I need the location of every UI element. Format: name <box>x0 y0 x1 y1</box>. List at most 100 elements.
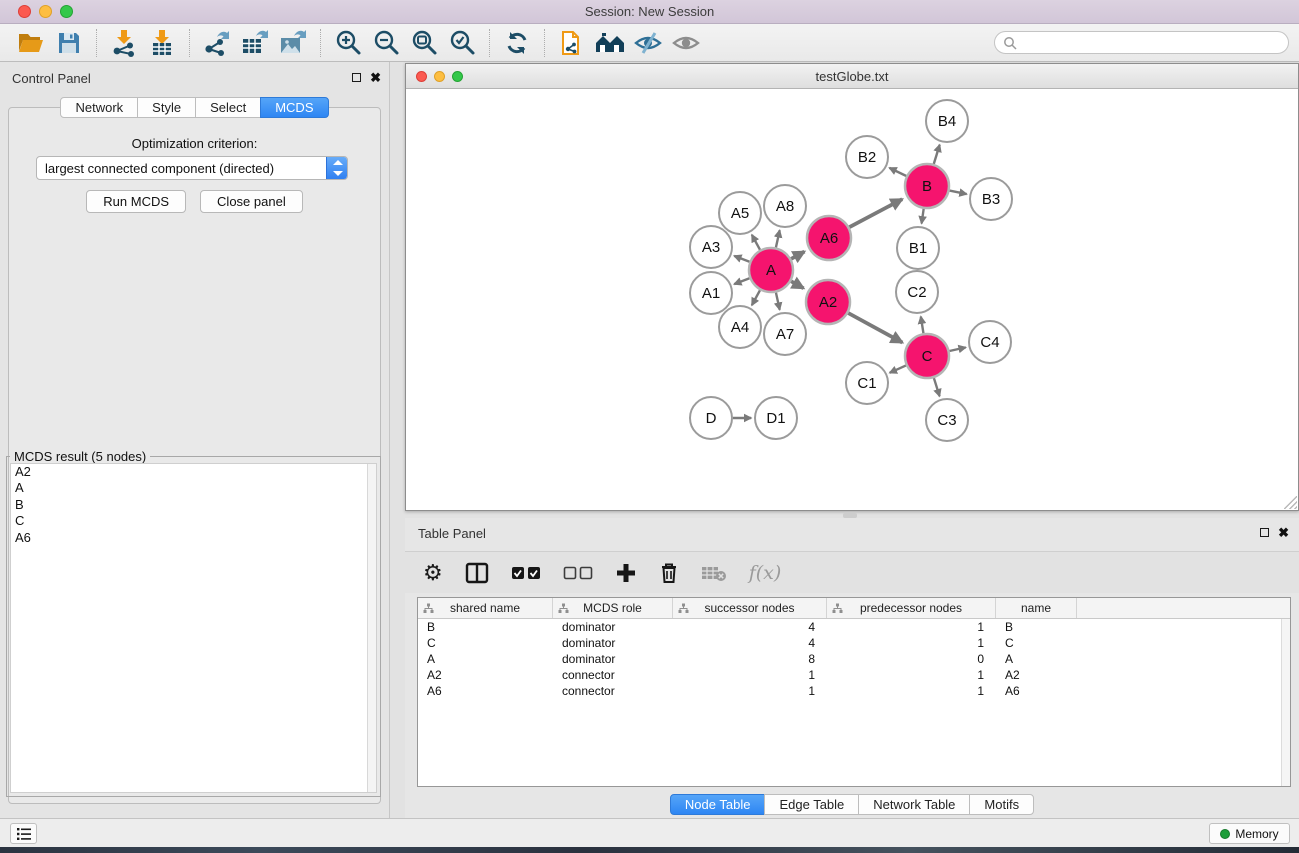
table-cell[interactable]: C <box>996 635 1077 651</box>
graph-node-A5[interactable]: A5 <box>719 192 761 234</box>
table-cell[interactable]: 8 <box>673 651 827 667</box>
search-field[interactable] <box>994 31 1289 54</box>
graph-edge-A-A5[interactable] <box>752 235 760 250</box>
column-header-name[interactable]: name <box>996 598 1077 618</box>
close-window-icon[interactable] <box>18 5 31 18</box>
import-table-icon[interactable] <box>143 27 181 59</box>
graph-edge-C-C2[interactable] <box>921 317 924 334</box>
tab-style[interactable]: Style <box>137 97 196 118</box>
graph-node-C2[interactable]: C2 <box>896 271 938 313</box>
table-scrollbar[interactable] <box>1281 619 1290 786</box>
table-cell[interactable]: A <box>996 651 1077 667</box>
delete-table-icon[interactable] <box>701 558 727 588</box>
tab-motifs[interactable]: Motifs <box>969 794 1034 815</box>
hide-selected-icon[interactable] <box>629 27 667 59</box>
float-table-panel-icon[interactable] <box>1260 528 1269 537</box>
graph-node-C3[interactable]: C3 <box>926 399 968 441</box>
zoom-window-icon[interactable] <box>60 5 73 18</box>
table-cell[interactable]: dominator <box>553 635 673 651</box>
network-graph[interactable]: B4B2BB3A5A8A6A3AB1A1C2A2A4A7CC4C1C3DD1 <box>406 89 1298 510</box>
graph-edge-A6-B[interactable] <box>849 199 902 227</box>
table-cell[interactable]: A2 <box>418 667 553 683</box>
tab-node-table[interactable]: Node Table <box>670 794 766 815</box>
table-cell[interactable]: 4 <box>673 619 827 635</box>
graph-node-C4[interactable]: C4 <box>969 321 1011 363</box>
graph-node-A7[interactable]: A7 <box>764 313 806 355</box>
graph-node-B1[interactable]: B1 <box>897 227 939 269</box>
table-cell[interactable]: B <box>996 619 1077 635</box>
graph-node-A8[interactable]: A8 <box>764 185 806 227</box>
first-neighbors-icon[interactable] <box>591 27 629 59</box>
network-canvas[interactable]: B4B2BB3A5A8A6A3AB1A1C2A2A4A7CC4C1C3DD1 <box>406 89 1298 510</box>
table-cell[interactable]: dominator <box>553 619 673 635</box>
result-list-item[interactable]: A2 <box>11 464 376 480</box>
zoom-selected-icon[interactable] <box>443 27 481 59</box>
graph-node-C1[interactable]: C1 <box>846 362 888 404</box>
graph-node-B2[interactable]: B2 <box>846 136 888 178</box>
table-cell[interactable]: A6 <box>996 683 1077 699</box>
graph-edge-A-A4[interactable] <box>752 290 760 305</box>
graph-edge-B-B2[interactable] <box>889 168 906 176</box>
table-row[interactable]: Adominator80A <box>418 651 1290 667</box>
export-image-icon[interactable] <box>274 27 312 59</box>
table-row[interactable]: A2connector11A2 <box>418 667 1290 683</box>
import-network-icon[interactable] <box>105 27 143 59</box>
graph-edge-A2-C[interactable] <box>848 313 902 343</box>
table-cell[interactable]: A <box>418 651 553 667</box>
table-row[interactable]: A6connector11A6 <box>418 683 1290 699</box>
zoom-out-icon[interactable] <box>367 27 405 59</box>
graph-node-A3[interactable]: A3 <box>690 226 732 268</box>
result-list-item[interactable]: A <box>11 480 376 496</box>
graph-edge-A-A6[interactable] <box>791 252 804 259</box>
graph-edge-C-C4[interactable] <box>949 347 965 351</box>
tab-mcds[interactable]: MCDS <box>260 97 328 118</box>
table-settings-gear-icon[interactable]: ⚙ <box>423 558 443 588</box>
table-cell[interactable]: 0 <box>827 651 996 667</box>
table-cell[interactable]: connector <box>553 667 673 683</box>
column-header-successor-nodes[interactable]: successor nodes <box>673 598 827 618</box>
select-all-icon[interactable] <box>511 558 541 588</box>
table-cell[interactable]: 1 <box>827 619 996 635</box>
table-cell[interactable]: 1 <box>827 635 996 651</box>
task-history-button[interactable] <box>10 823 37 844</box>
graph-edge-B-B1[interactable] <box>922 209 924 224</box>
tab-select[interactable]: Select <box>195 97 261 118</box>
result-list-item[interactable]: C <box>11 513 376 529</box>
graph-edge-C-C3[interactable] <box>934 378 940 396</box>
show-all-icon[interactable] <box>667 27 705 59</box>
result-list-scrollbar[interactable] <box>367 464 376 792</box>
graph-edge-A-A3[interactable] <box>734 256 749 262</box>
network-window-titlebar[interactable]: testGlobe.txt <box>406 64 1298 89</box>
column-visibility-icon[interactable] <box>465 558 489 588</box>
graph-edge-B-B4[interactable] <box>934 145 940 164</box>
column-header-shared-name[interactable]: shared name <box>418 598 553 618</box>
search-input[interactable] <box>1022 36 1288 50</box>
graph-edge-A-A8[interactable] <box>776 230 780 247</box>
graph-edge-A-A1[interactable] <box>734 278 749 284</box>
graph-edge-A-A7[interactable] <box>776 292 780 309</box>
graph-node-A1[interactable]: A1 <box>690 272 732 314</box>
window-resize-grip[interactable] <box>1284 496 1297 509</box>
run-mcds-button[interactable]: Run MCDS <box>86 190 186 213</box>
graph-node-A[interactable]: A <box>749 248 793 292</box>
result-list-item[interactable]: A6 <box>11 530 376 546</box>
new-network-from-selection-icon[interactable] <box>553 27 591 59</box>
graph-node-B3[interactable]: B3 <box>970 178 1012 220</box>
delete-column-icon[interactable] <box>659 558 679 588</box>
mcds-result-list[interactable]: A2ABCA6 <box>10 463 377 793</box>
close-panel-icon[interactable]: ✖ <box>370 72 381 83</box>
table-cell[interactable]: 1 <box>827 683 996 699</box>
graph-edge-A-A2[interactable] <box>791 281 803 288</box>
export-network-icon[interactable] <box>198 27 236 59</box>
minimize-window-icon[interactable] <box>39 5 52 18</box>
graph-node-D[interactable]: D <box>690 397 732 439</box>
column-header-MCDS-role[interactable]: MCDS role <box>553 598 673 618</box>
graph-node-A2[interactable]: A2 <box>806 280 850 324</box>
tab-network[interactable]: Network <box>60 97 138 118</box>
graph-node-B[interactable]: B <box>905 164 949 208</box>
refresh-icon[interactable] <box>498 27 536 59</box>
deselect-all-icon[interactable] <box>563 558 593 588</box>
table-cell[interactable]: 1 <box>673 683 827 699</box>
close-panel-button[interactable]: Close panel <box>200 190 303 213</box>
graph-node-A6[interactable]: A6 <box>807 216 851 260</box>
